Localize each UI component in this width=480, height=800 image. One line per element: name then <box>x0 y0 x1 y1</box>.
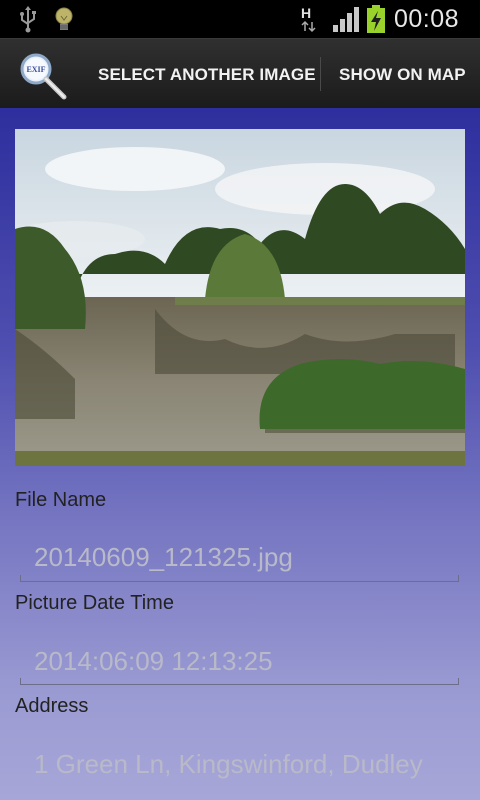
svg-text:EXIF: EXIF <box>26 65 45 74</box>
address-field[interactable]: 1 Green Ln, Kingswinford, Dudley <box>34 749 423 780</box>
exif-content[interactable]: File Name 20140609_121325.jpg Picture Da… <box>0 108 480 800</box>
file-name-label: File Name <box>15 489 107 511</box>
address-label: Address <box>15 695 89 717</box>
clock: 00:08 <box>394 5 460 33</box>
status-bar: H 00:08 <box>0 0 480 38</box>
network-h-icon: H <box>301 5 316 33</box>
picture-date-time-label: Picture Date Time <box>15 592 174 614</box>
usb-icon <box>20 6 36 33</box>
signal-icon <box>333 7 359 32</box>
file-name-field[interactable]: 20140609_121325.jpg <box>34 542 293 573</box>
bulb-icon <box>55 7 73 30</box>
picture-date-time-underline <box>20 678 459 685</box>
lake-with-trees-photo <box>15 129 465 466</box>
select-another-image-button[interactable]: SELECT ANOTHER IMAGE <box>98 39 316 109</box>
file-name-underline <box>20 575 459 582</box>
battery-charging-icon <box>367 5 385 33</box>
action-divider <box>320 57 321 91</box>
picture-date-time-field[interactable]: 2014:06:09 12:13:25 <box>34 646 273 677</box>
action-bar: EXIF SELECT ANOTHER IMAGE SHOW ON MAP <box>0 38 480 112</box>
magnifier-exif-icon[interactable]: EXIF <box>18 51 68 101</box>
svg-text:H: H <box>301 5 311 21</box>
show-on-map-button[interactable]: SHOW ON MAP <box>339 39 466 109</box>
